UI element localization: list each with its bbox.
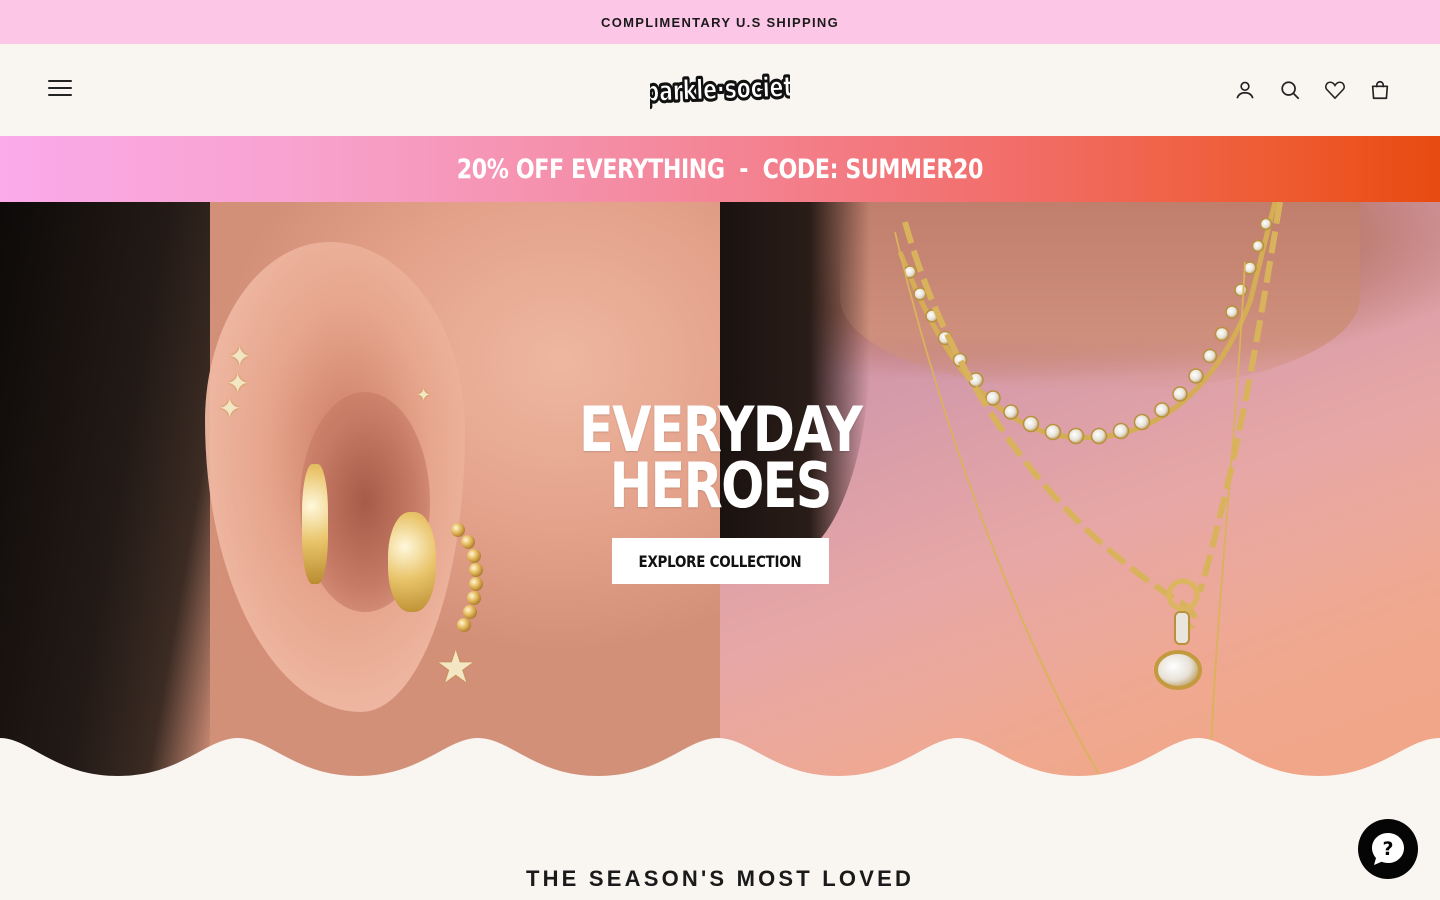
wishlist-heart-icon[interactable] — [1323, 78, 1347, 102]
chat-help-icon[interactable]: ? — [1358, 819, 1418, 879]
explore-collection-button[interactable]: EXPLORE COLLECTION — [611, 538, 829, 584]
header-icon-group — [1233, 78, 1392, 102]
announcement-bar: COMPLIMENTARY U.S SHIPPING — [0, 0, 1440, 44]
account-icon[interactable] — [1233, 78, 1257, 102]
hero-title: EVERYDAY HEROES — [578, 393, 863, 522]
site-logo[interactable]: sparkle·society sparkle·society — [630, 68, 810, 117]
hero-banner: ✦ ✦ ✦ ✦ ★ EVERYDAY HEROES EXPLORE COLLEC… — [0, 202, 1440, 776]
promo-banner[interactable]: 20% OFF EVERYTHING - CODE: SUMMER20 — [0, 136, 1440, 202]
site-header: sparkle·society sparkle·society — [0, 44, 1440, 136]
promo-text: 20% OFF EVERYTHING - CODE: SUMMER20 — [456, 153, 984, 185]
search-icon[interactable] — [1278, 78, 1302, 102]
wave-divider — [0, 738, 1440, 776]
hero-content: EVERYDAY HEROES EXPLORE COLLECTION — [0, 202, 1440, 776]
section-title: THE SEASON'S MOST LOVED — [525, 866, 915, 891]
announcement-text: COMPLIMENTARY U.S SHIPPING — [601, 14, 839, 30]
svg-text:?: ? — [1382, 838, 1393, 860]
svg-text:sparkle·society: sparkle·society — [650, 70, 790, 108]
menu-icon[interactable] — [48, 80, 72, 98]
cart-bag-icon[interactable] — [1368, 78, 1392, 102]
